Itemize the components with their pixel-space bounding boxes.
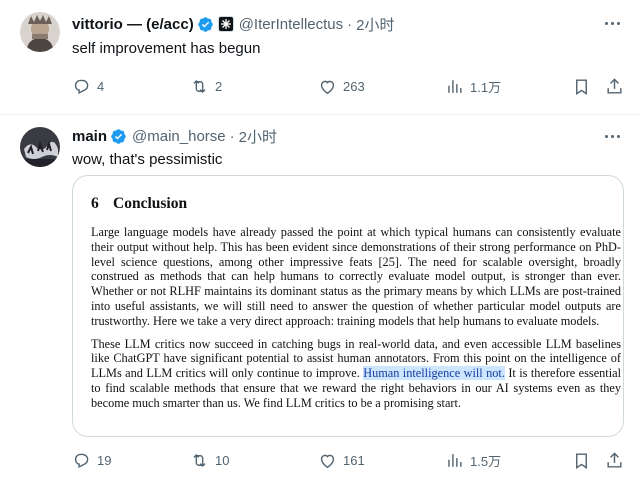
like-icon	[320, 80, 335, 94]
paper-excerpt: 6 Conclusion Large language models have a…	[91, 186, 621, 419]
retweet-button[interactable]: 10	[190, 450, 229, 470]
more-icon[interactable]	[600, 125, 624, 147]
share-icon	[607, 77, 622, 94]
bookmark-icon	[576, 78, 587, 95]
like-button[interactable]: 161	[318, 450, 365, 470]
author-handle[interactable]: @IterIntellectus	[239, 16, 343, 33]
highlighted-sentence: Human intelligence will not.	[363, 366, 505, 381]
section-title: Conclusion	[113, 195, 188, 212]
paragraph-2: These LLM critics now succeed in catchin…	[91, 337, 621, 411]
tweet-text: self improvement has begun	[72, 40, 261, 57]
tweet-1[interactable]: vittorio — (e/acc) @IterIntellectus · 2小…	[0, 0, 640, 114]
retweet-icon	[193, 79, 206, 93]
tweet-header: vittorio — (e/acc) @IterIntellectus · 2小…	[72, 14, 394, 34]
retweet-count: 10	[215, 452, 230, 468]
reply-count: 4	[97, 78, 105, 94]
verified-badge-icon	[111, 128, 126, 144]
like-count: 161	[343, 452, 365, 468]
reply-button[interactable]: 19	[72, 450, 111, 470]
section-heading: 6 Conclusion	[91, 195, 621, 213]
views-icon	[448, 453, 462, 467]
action-bar: 19 10 161 1.5万	[72, 450, 622, 470]
like-button[interactable]: 263	[318, 76, 365, 96]
attached-image[interactable]: 6 Conclusion Large language models have a…	[72, 175, 624, 437]
tweet-2[interactable]: main @main_horse · 2小时 wow, that's pessi…	[0, 114, 640, 485]
reply-icon	[74, 79, 89, 94]
verified-badge-icon	[197, 16, 213, 32]
bookmark-icon	[576, 452, 587, 469]
views-button[interactable]: 1.1万	[445, 76, 501, 96]
avatar[interactable]	[20, 127, 60, 167]
reply-button[interactable]: 4	[72, 76, 104, 96]
avatar[interactable]	[20, 12, 60, 52]
author-handle[interactable]: @main_horse	[132, 128, 226, 145]
more-icon[interactable]	[600, 12, 624, 34]
action-bar: 4 2 263 1.1万	[72, 76, 622, 96]
retweet-icon	[193, 453, 206, 467]
views-button[interactable]: 1.5万	[445, 450, 501, 470]
tweet-header: main @main_horse · 2小时	[72, 126, 277, 146]
separator-dot: ·	[229, 127, 235, 145]
affiliation-badge-icon[interactable]	[217, 16, 234, 32]
author-name[interactable]: main	[72, 128, 107, 145]
retweet-count: 2	[215, 78, 223, 94]
views-count: 1.1万	[470, 79, 502, 95]
like-count: 263	[343, 78, 365, 94]
views-icon	[448, 79, 462, 93]
like-icon	[320, 454, 335, 468]
reply-count: 19	[97, 452, 112, 468]
timestamp[interactable]: 2小时	[239, 126, 277, 147]
author-name[interactable]: vittorio — (e/acc)	[72, 16, 194, 33]
reply-icon	[74, 453, 89, 468]
bookmark-button[interactable]	[572, 76, 591, 96]
paragraph-1: Large language models have already passe…	[91, 225, 621, 328]
share-icon	[607, 451, 622, 468]
retweet-button[interactable]: 2	[190, 76, 222, 96]
section-number: 6	[91, 195, 99, 212]
bookmark-button[interactable]	[572, 450, 591, 470]
share-button[interactable]	[605, 450, 624, 470]
timestamp[interactable]: 2小时	[356, 14, 394, 35]
separator-dot: ·	[347, 15, 353, 33]
views-count: 1.5万	[470, 453, 502, 469]
tweet-text: wow, that's pessimistic	[72, 151, 223, 168]
share-button[interactable]	[605, 76, 624, 96]
